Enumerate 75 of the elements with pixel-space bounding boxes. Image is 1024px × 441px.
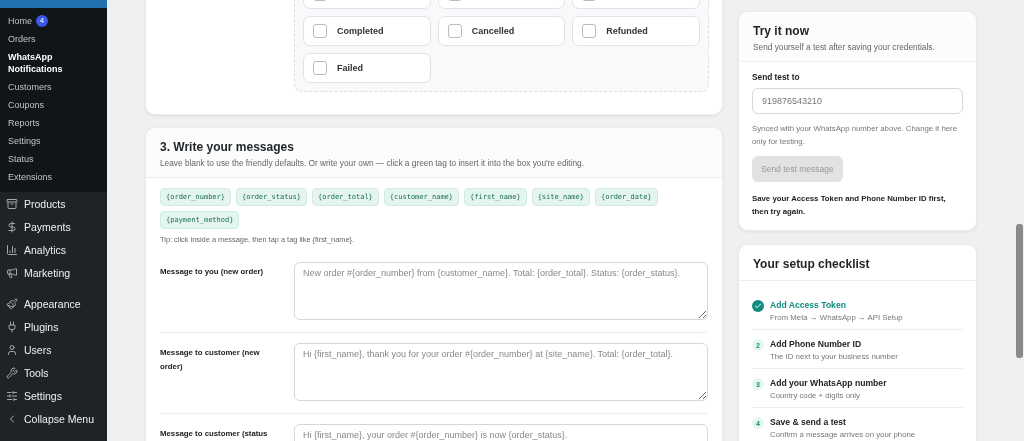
menu-item[interactable]: Settings [0,384,107,407]
card-subtitle: Send yourself a test after saving your credentials. [753,42,936,52]
step-title: Add your WhatsApp number [770,378,887,388]
menu-label: Tools [24,366,49,379]
status-option[interactable]: Completed [303,16,431,46]
megaphone-icon [6,266,18,279]
submenu-item[interactable]: Customers [0,78,107,96]
message-textarea[interactable]: New order #{order_number} from {customer_name}. Total: {order_total}. Status: {order_status}. [294,262,708,320]
menu-label: Payments [24,220,71,233]
submenu-item[interactable]: Settings [0,132,107,150]
option-label: Cancelled [471,26,515,36]
step-title: Add Phone Number ID [770,339,863,349]
menu-label: Collapse Menu [24,412,95,425]
option-label: Failed [337,63,363,73]
submenu-item[interactable]: Orders [0,30,107,48]
submenu-label: Settings [8,135,41,147]
menu-item[interactable]: Plugins [0,315,107,338]
submenu-label: WhatsApp Notifications [8,51,64,75]
count-badge: 4 [36,15,48,27]
menu-item[interactable]: Marketing [0,261,107,284]
card-title: Try it now [753,24,810,38]
sliders-icon [6,389,18,402]
archive-icon [6,197,18,210]
checkbox[interactable] [313,24,327,38]
submenu-item[interactable]: Home 4 [0,12,107,30]
message-textarea[interactable]: Hi {first_name}, thank you for your order #{order_number} at {site_name}. Total: {order_total}. [294,343,708,401]
menu-item[interactable]: Products [0,192,107,215]
status-option[interactable]: Failed [303,53,431,83]
menu-item[interactable]: Analytics [0,238,107,261]
option-label: Completed [337,26,384,36]
menu-label: Users [24,343,52,356]
submenu-label: Reports [8,117,40,129]
status-option[interactable]: Refunded [572,16,700,46]
menu-label: Marketing [24,266,71,279]
paintbrush-icon [6,297,18,310]
option-label: Refunded [606,26,648,36]
section-subtitle: Leave blank to use the friendly defaults. Or write your own — click a green tag to insert it into the box you're editing. [160,158,586,168]
menu-item[interactable]: Collapse Menu [0,407,107,430]
checkbox[interactable] [447,24,462,38]
dollar-icon [6,220,18,233]
menu-item[interactable]: Tools [0,361,107,384]
menu-label: Products [24,197,66,210]
scrollbar-thumb[interactable] [1016,224,1023,358]
menu-item[interactable]: Payments [0,215,107,238]
menu-label: Settings [24,389,62,402]
section-title: 3. Write your messages [160,140,295,154]
submenu-label: Customers [8,81,52,93]
step-title: Save & send a test [770,417,847,427]
submenu-label: Coupons [8,99,45,111]
menu-item[interactable]: Appearance [0,292,107,315]
submenu-label: Home [8,15,32,27]
message-textarea[interactable]: Hi {first_name}, your order #{order_number} is now {order_status}. [294,424,708,441]
wrench-icon [6,366,18,379]
card-title: Your setup checklist [753,257,871,271]
plug-icon [6,320,18,333]
phone-input[interactable]: 919876543210 [752,88,963,114]
submenu-label: Status [8,153,34,165]
submenu-item[interactable]: WhatsApp Notifications [0,48,107,78]
submenu-item[interactable]: Reports [0,114,107,132]
submenu-item[interactable]: Coupons [0,96,107,114]
checkbox[interactable] [582,24,597,38]
submenu-item[interactable]: Status [0,150,107,168]
field-label: Send test to [752,72,801,82]
status-option[interactable]: Cancelled [437,16,566,46]
user-icon [6,343,18,356]
submenu-item[interactable]: Extensions [0,168,107,186]
submenu-label: Orders [8,33,36,45]
menu-item[interactable]: Users [0,338,107,361]
menu-label: Appearance [24,297,81,310]
checkbox[interactable] [313,61,327,75]
menu-label: Plugins [24,320,59,333]
submenu-label: Extensions [8,171,53,183]
step-title: Add Access Token [770,300,847,310]
bar-chart-icon [6,243,18,256]
menu-label: Analytics [24,243,66,256]
